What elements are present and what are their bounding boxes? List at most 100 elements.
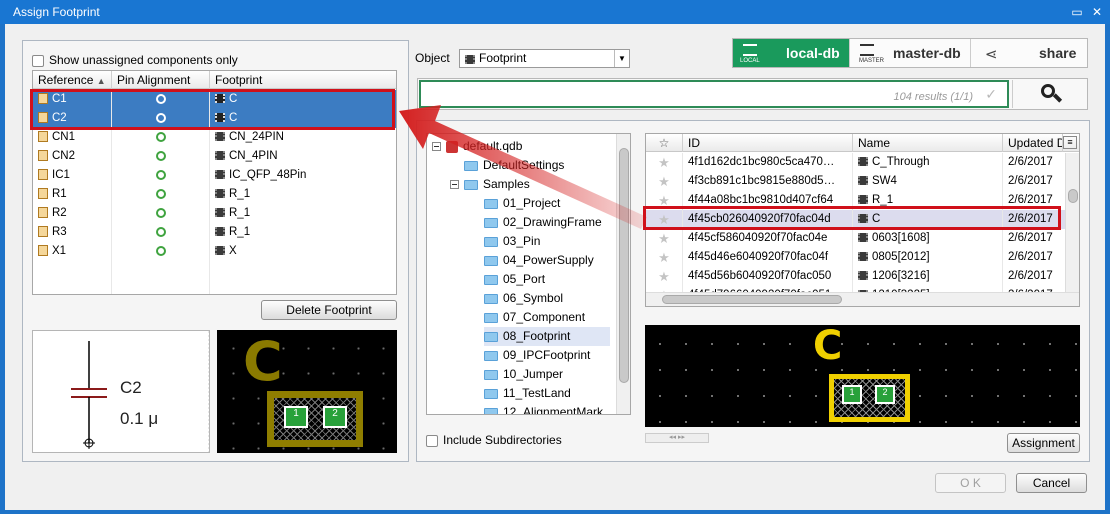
folder-icon [484, 350, 498, 361]
reference-cell: IC1 [33, 166, 112, 185]
list-vscroll-thumb[interactable] [1068, 189, 1078, 203]
tree-folder[interactable]: 09_IPCFootprint [484, 346, 590, 365]
footprint-chip-icon [215, 151, 225, 161]
include-subdirs-option[interactable]: Include Subdirectories [426, 433, 562, 447]
footprint-cell: CN_4PIN [210, 147, 396, 166]
favorite-star-icon[interactable]: ★ [646, 210, 683, 229]
col-star[interactable]: ☆ [646, 134, 683, 152]
favorite-star-icon[interactable]: ★ [646, 267, 683, 286]
column-chooser-icon[interactable]: ≡ [1063, 136, 1077, 149]
component-icon [38, 245, 48, 257]
favorite-star-icon[interactable]: ★ [646, 229, 683, 248]
col-updated[interactable]: Updated D [1003, 134, 1063, 152]
tab-local-db[interactable]: LOCAL local-db [733, 39, 849, 67]
tree-folder[interactable]: 08_Footprint [484, 327, 610, 346]
tree-folder[interactable]: 10_Jumper [484, 365, 563, 384]
table-row[interactable]: ★ 4f44a08bc1bc9810d407cf64 R_1 2/6/2017 [646, 191, 1065, 210]
list-hscroll-thumb[interactable] [662, 295, 842, 304]
tree-folder[interactable]: 07_Component [484, 308, 585, 327]
footprint-chip-icon [215, 227, 225, 237]
tree-folder[interactable]: 04_PowerSupply [484, 251, 594, 270]
pin-alignment-ok-icon [155, 93, 166, 104]
chevron-down-icon[interactable]: ▼ [614, 50, 629, 67]
database-file-icon [446, 140, 458, 153]
ok-button[interactable]: O K [935, 473, 1006, 493]
table-row[interactable]: CN2 CN_4PIN [33, 147, 396, 166]
table-row[interactable]: ★ 4f45d46e6040920f70fac04f 0805[2012] 2/6/2… [646, 248, 1065, 267]
assignment-button[interactable]: Assignment [1007, 433, 1080, 453]
tree-scroll-thumb[interactable] [619, 148, 629, 383]
list-hscroll[interactable] [646, 292, 1079, 306]
table-row[interactable]: R1 R_1 [33, 185, 396, 204]
dialog-body: Show unassigned components only Referenc… [5, 24, 1105, 510]
tree-folder[interactable]: 12_AlignmentMark [484, 403, 603, 414]
show-unassigned-checkbox[interactable] [32, 54, 44, 67]
id-cell: 4f45d46e6040920f70fac04f [683, 248, 853, 267]
sort-asc-icon: ▲ [96, 76, 106, 86]
table-row[interactable]: ★ 4f45cf586040920f70fac04e 0603[1608] 2/6/2… [646, 229, 1065, 248]
tree-folder[interactable]: Samples [432, 175, 530, 194]
preview-nav-control[interactable]: ◂◂ ▸▸ [645, 433, 709, 443]
preview-silk-letter: C [243, 330, 283, 393]
tree-folder[interactable]: DefaultSettings [432, 156, 564, 175]
tree-folder[interactable]: 02_DrawingFrame [484, 213, 602, 232]
empty-row [33, 261, 396, 280]
table-row[interactable]: R2 R_1 [33, 204, 396, 223]
table-row[interactable]: ★ 4f1d162dc1bc980c5ca470… C_Through 2/6/201… [646, 153, 1065, 172]
tree-root[interactable]: default.qdb [432, 137, 522, 156]
footprint-chip-icon [215, 208, 225, 218]
favorite-star-icon[interactable]: ★ [646, 191, 683, 210]
col-footprint[interactable]: Footprint [210, 71, 396, 89]
folder-icon [484, 236, 498, 247]
footprint-cell: CN_24PIN [210, 128, 396, 147]
date-cell: 2/6/2017 [1008, 194, 1053, 206]
show-unassigned-option[interactable]: Show unassigned components only [32, 53, 238, 67]
right-footprint-preview: C 1 2 [645, 325, 1080, 427]
close-icon[interactable]: ✕ [1088, 3, 1106, 21]
tree-folder[interactable]: 05_Port [484, 270, 545, 289]
table-row[interactable]: C2 C [33, 109, 396, 128]
col-reference[interactable]: Reference ▲ [33, 71, 112, 89]
include-subdirs-checkbox[interactable] [426, 434, 438, 447]
object-select[interactable]: Footprint ▼ [459, 49, 630, 68]
table-row[interactable]: R3 R_1 [33, 223, 396, 242]
minimize-icon[interactable]: ▭ [1068, 3, 1086, 21]
tree-folder[interactable]: 11_TestLand [484, 384, 571, 403]
cancel-button[interactable]: Cancel [1016, 473, 1087, 493]
tab-share[interactable]: ⋖ share [970, 39, 1087, 67]
table-row[interactable]: X1 X [33, 242, 396, 261]
table-row[interactable]: ★ 4f3cb891c1bc9815e880d5… SW4 2/6/2017 [646, 172, 1065, 191]
name-cell: R_1 [853, 191, 1003, 210]
collapse-icon[interactable] [432, 142, 441, 152]
local-db-label: local-db [786, 45, 840, 61]
col-id[interactable]: ID [683, 134, 853, 152]
favorite-star-icon[interactable]: ★ [646, 153, 683, 172]
table-row[interactable]: C1 C [33, 90, 396, 109]
delete-footprint-button[interactable]: Delete Footprint [261, 300, 397, 320]
preview-silk-letter: C [813, 325, 843, 369]
list-vscroll[interactable] [1065, 153, 1079, 292]
component-icon [38, 150, 48, 162]
schematic-preview: C2 0.1 μ [32, 330, 210, 453]
tree-folder[interactable]: 03_Pin [484, 232, 540, 251]
search-button[interactable] [1012, 80, 1087, 108]
tree-scrollbar[interactable] [616, 134, 630, 414]
search-input[interactable]: 104 results (1/1) ✓ [419, 80, 1009, 108]
tree-folder[interactable]: 06_Symbol [484, 289, 563, 308]
search-bar: 104 results (1/1) ✓ [417, 78, 1088, 110]
favorite-star-icon[interactable]: ★ [646, 248, 683, 267]
tree-folder[interactable]: 01_Project [484, 194, 560, 213]
table-row[interactable]: ★ 4f45d56b6040920f70fac050 1206[3216] 2/6/2… [646, 267, 1065, 286]
object-select-value: Footprint [479, 51, 527, 65]
left-footprint-preview: C 1 2 [217, 330, 397, 453]
tab-master-db[interactable]: MASTER master-db [849, 39, 970, 67]
col-pin-alignment[interactable]: Pin Alignment [112, 71, 210, 89]
reference-cell: CN1 [33, 128, 112, 147]
table-row[interactable]: CN1 CN_24PIN [33, 128, 396, 147]
col-name[interactable]: Name [853, 134, 1003, 152]
table-row[interactable]: IC1 IC_QFP_48Pin [33, 166, 396, 185]
collapse-icon[interactable] [450, 180, 459, 190]
favorite-star-icon[interactable]: ★ [646, 172, 683, 191]
table-row[interactable]: ★ 4f45cb026040920f70fac04d C 2/6/2017 [646, 210, 1065, 229]
database-icon [860, 44, 874, 56]
